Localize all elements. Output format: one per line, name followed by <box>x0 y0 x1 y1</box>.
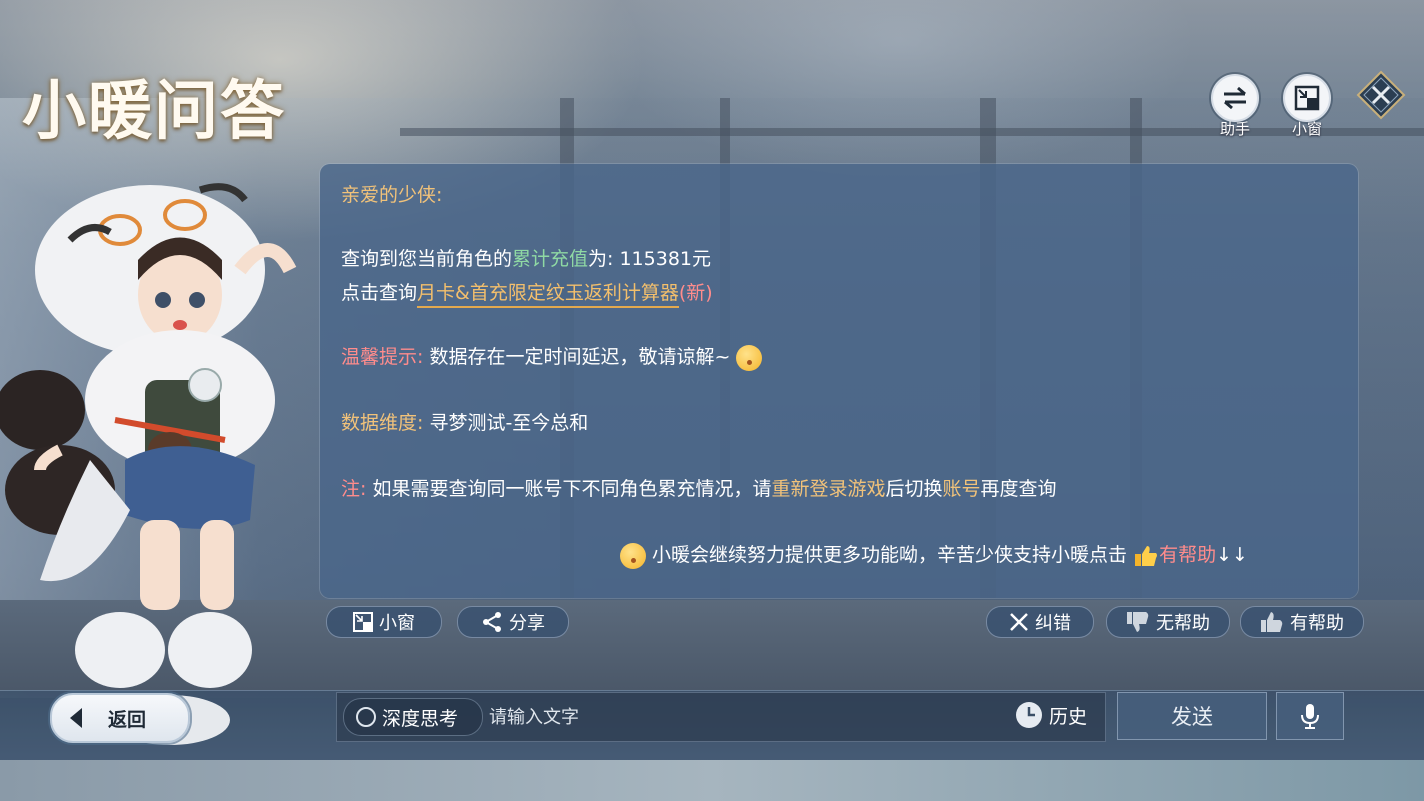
not-helpful-button[interactable]: 无帮助 <box>1106 606 1230 638</box>
page-title: 小暖问答 <box>22 74 286 149</box>
history-label: 历史 <box>1049 705 1088 728</box>
note-label: 注: <box>341 478 367 500</box>
helpful-label: 有帮助 <box>1290 613 1344 634</box>
back-arrow-icon <box>70 708 82 728</box>
send-label: 发送 <box>1171 705 1213 729</box>
share-icon <box>483 612 501 632</box>
send-button[interactable]: 发送 <box>1117 692 1267 740</box>
share-label: 分享 <box>509 613 545 634</box>
recharge-prefix: 查询到您当前角色的 <box>341 248 513 270</box>
footer-text: 小暖会继续努力提供更多功能呦，辛苦少侠支持小暖点击 <box>652 544 1128 566</box>
calculator-link[interactable]: 月卡&首充限定纹玉返利计算器 <box>417 282 679 308</box>
input-bar: 深度思考 历史 <box>336 692 1106 742</box>
new-badge: (新) <box>678 282 713 304</box>
assistant-button[interactable]: 助手 <box>1207 74 1263 139</box>
calculator-line: 点击查询月卡&首充限定纹玉返利计算器(新) <box>341 278 713 308</box>
note-highlight-account: 账号 <box>942 478 981 500</box>
greeting-text: 亲爱的少侠: <box>341 184 443 206</box>
correct-button[interactable]: 纠错 <box>986 606 1094 638</box>
note-text-1: 如果需要查询同一账号下不同角色累充情况，请 <box>366 478 772 500</box>
note-text-3: 再度查询 <box>980 478 1057 500</box>
x-icon <box>1010 613 1028 631</box>
recharge-value: 为: 115381元 <box>588 248 712 270</box>
answer-panel: 亲爱的少侠: 查询到您当前角色的累计充值为: 115381元 点击查询月卡&首充… <box>320 164 1358 598</box>
footer-helpful: 有帮助 <box>1159 544 1217 566</box>
small-window-button[interactable]: 小窗 <box>1279 74 1335 139</box>
microphone-icon <box>1301 704 1319 729</box>
dimension-line: 数据维度: 寻梦测试-至今总和 <box>341 408 588 435</box>
tip-line: 温馨提示: 数据存在一定时间延迟，敬请谅解~ <box>341 342 763 371</box>
footer-arrows: ↓↓ <box>1216 544 1248 566</box>
character-illustration <box>0 183 297 745</box>
back-button[interactable]: 返回 <box>50 693 190 743</box>
share-button[interactable]: 分享 <box>457 606 569 638</box>
thumbs-down-icon <box>1127 612 1149 632</box>
footer-line: 小暖会继续努力提供更多功能呦，辛苦少侠支持小暖点击 有帮助↓↓ <box>620 540 1248 569</box>
dimension-text: 寻梦测试-至今总和 <box>423 412 589 434</box>
close-icon <box>1356 70 1406 120</box>
small-window-icon <box>1283 74 1331 122</box>
helpful-button[interactable]: 有帮助 <box>1240 606 1364 638</box>
tip-label: 温馨提示: <box>341 346 424 368</box>
small-window-action-label: 小窗 <box>379 613 415 634</box>
message-input[interactable] <box>487 699 1011 735</box>
dimension-label: 数据维度: <box>341 412 424 434</box>
thumbs-up-emoji-icon <box>1135 545 1158 566</box>
close-button[interactable] <box>1356 70 1406 120</box>
history-button[interactable]: 历史 <box>1015 701 1087 729</box>
bottom-strip <box>0 760 1424 801</box>
calculator-prefix: 点击查询 <box>341 282 418 304</box>
note-line: 注: 如果需要查询同一账号下不同角色累充情况，请重新登录游戏后切换账号再度查询 <box>341 474 1057 501</box>
note-text-2: 后切换 <box>885 478 943 500</box>
clock-icon <box>1016 702 1042 728</box>
not-helpful-label: 无帮助 <box>1156 613 1210 634</box>
back-label: 返回 <box>108 708 147 731</box>
emoji-icon <box>620 542 646 569</box>
small-window-label: 小窗 <box>1291 120 1322 138</box>
recharge-line: 查询到您当前角色的累计充值为: 115381元 <box>341 244 711 271</box>
correct-label: 纠错 <box>1035 613 1071 634</box>
swap-icon <box>1211 74 1259 122</box>
small-window-icon <box>353 612 373 632</box>
emoji-icon <box>736 344 763 371</box>
deep-think-toggle[interactable]: 深度思考 <box>343 698 483 736</box>
small-window-action-button[interactable]: 小窗 <box>326 606 442 638</box>
microphone-button[interactable] <box>1276 692 1344 740</box>
deep-think-label: 深度思考 <box>382 707 459 730</box>
assistant-label: 助手 <box>1219 120 1250 138</box>
note-highlight-relogin: 重新登录游戏 <box>771 478 886 500</box>
radio-icon <box>356 707 376 727</box>
tip-text: 数据存在一定时间延迟，敬请谅解~ <box>423 346 731 368</box>
recharge-highlight: 累计充值 <box>512 248 589 270</box>
thumbs-up-icon <box>1261 612 1283 632</box>
